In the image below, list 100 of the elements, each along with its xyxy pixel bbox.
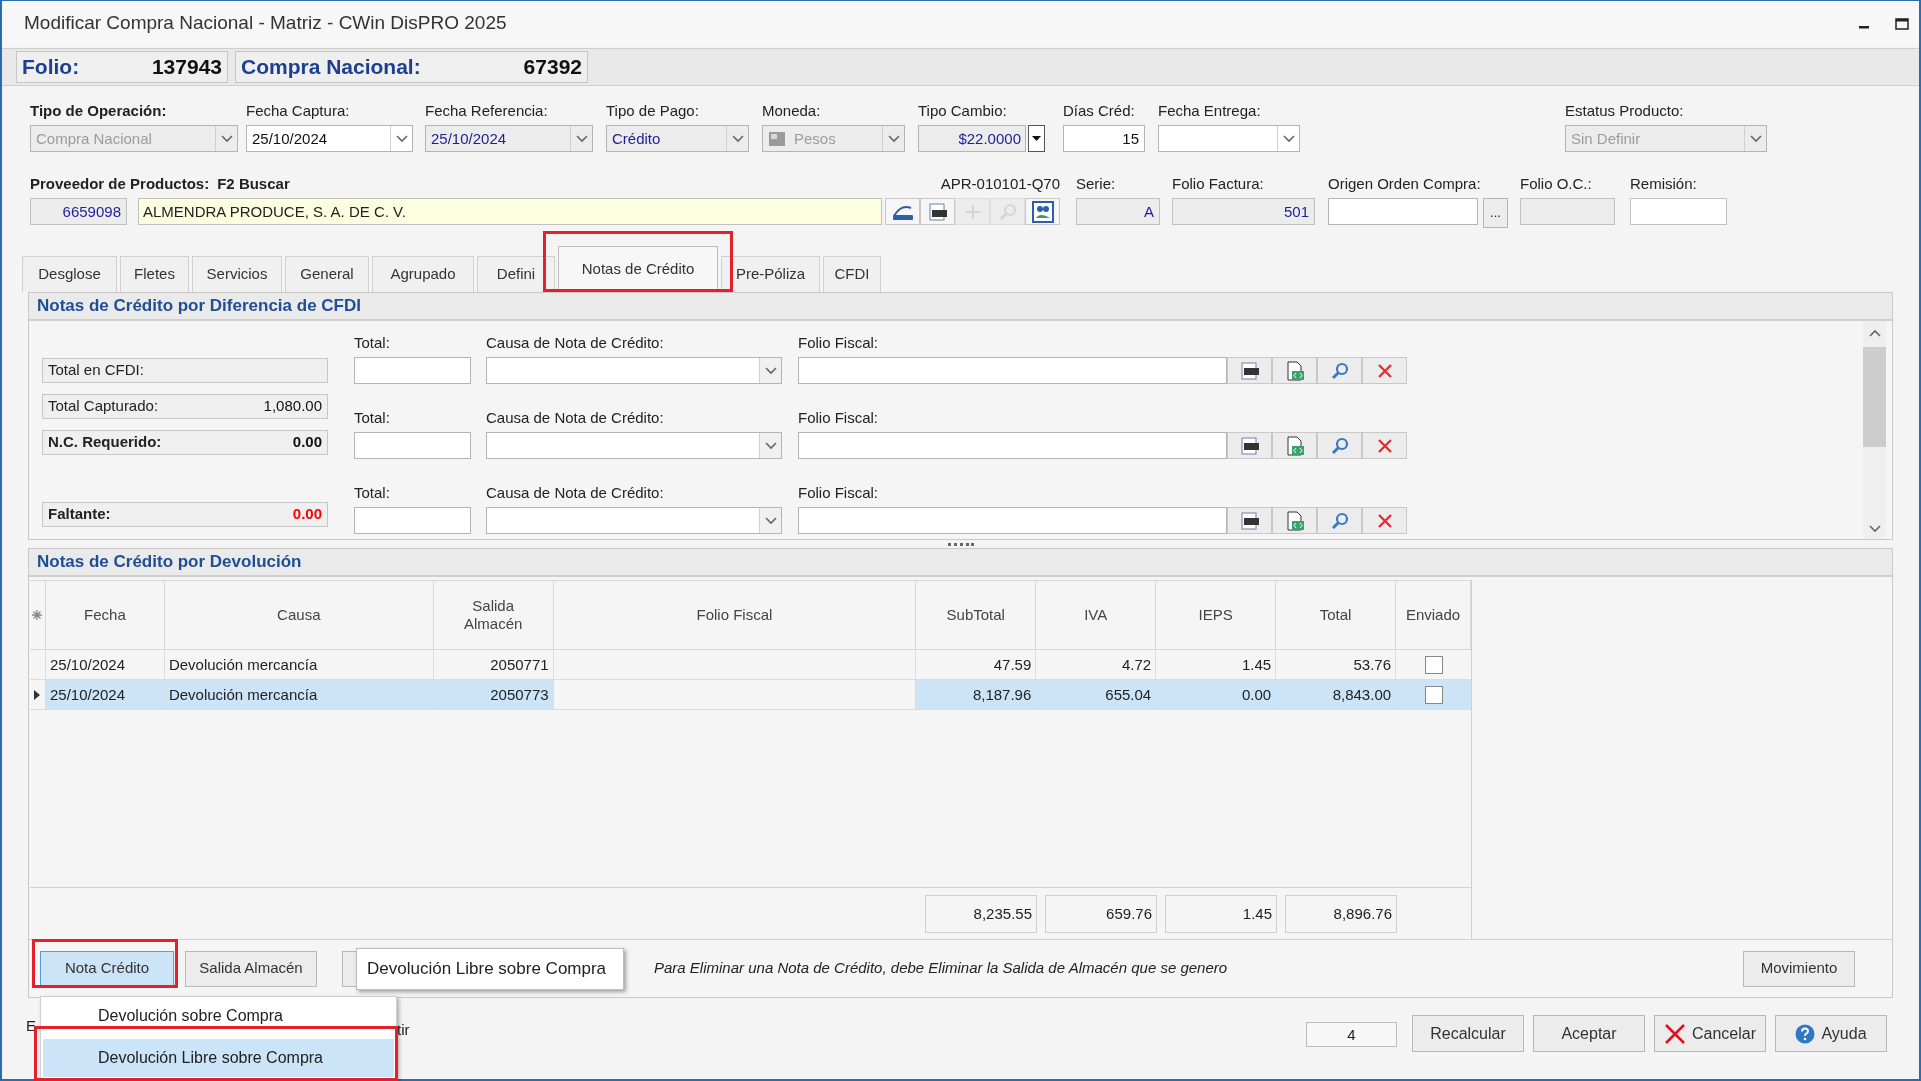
chevron-up-icon[interactable] <box>1868 329 1881 337</box>
shortcut-hint: F2 Buscar <box>217 175 290 193</box>
delete-button[interactable] <box>1362 357 1407 384</box>
grip-icon[interactable] <box>947 542 974 546</box>
input-field[interactable] <box>354 357 471 384</box>
search-button[interactable] <box>1317 357 1362 384</box>
chevron-down-icon <box>1282 134 1295 143</box>
input-field[interactable] <box>798 507 1227 534</box>
input-field[interactable]: 501 <box>1172 198 1315 225</box>
document-icon <box>927 201 948 222</box>
header-value: 67392 <box>523 54 582 81</box>
tab[interactable]: Desglose <box>22 256 117 292</box>
column-header[interactable]: Fecha <box>46 581 165 649</box>
search-button[interactable] <box>1317 507 1362 534</box>
document-icon <box>1239 511 1260 530</box>
readout-label: Total en CFDI: <box>48 360 144 381</box>
supplier-name-field[interactable]: ALMENDRA PRODUCE, S. A. DE C. V. <box>138 198 882 225</box>
dialog-button[interactable]: Aceptar <box>1533 1015 1645 1052</box>
tab[interactable]: Pre-Póliza <box>721 256 820 292</box>
dropdown-field[interactable]: Crédito <box>606 125 749 152</box>
column-header[interactable]: IVA <box>1036 581 1157 649</box>
menu-item[interactable]: Devolución sobre Compra <box>43 1001 394 1031</box>
input-field[interactable]: A <box>1076 198 1160 225</box>
table-row[interactable]: 25/10/2024 Devolución mercancía 2050771 47.59 4.72 1.45 53.76 <box>30 650 1471 680</box>
checkbox[interactable] <box>1424 685 1443 704</box>
input-field[interactable] <box>798 357 1227 384</box>
input-field[interactable] <box>1520 198 1615 225</box>
field-label: Causa de Nota de Crédito: <box>486 334 665 352</box>
field-label: Total: <box>354 334 391 352</box>
tab[interactable]: Defini <box>477 256 555 292</box>
input-field[interactable] <box>798 432 1227 459</box>
input-field[interactable] <box>354 507 471 534</box>
table-cell: 47.59 <box>916 650 1037 679</box>
menu-item[interactable]: Devolución Libre sobre Compra <box>43 1039 394 1077</box>
scrollbar[interactable] <box>1863 321 1886 539</box>
dropdown-field[interactable] <box>486 432 782 459</box>
dialog-button[interactable]: Cancelar <box>1654 1015 1766 1052</box>
xml-button[interactable] <box>1227 432 1272 459</box>
dropdown-field[interactable] <box>486 507 782 534</box>
dropdown-field[interactable] <box>486 357 782 384</box>
column-header[interactable]: IEPS <box>1156 581 1277 649</box>
input-field[interactable] <box>354 432 471 459</box>
toolbar-button[interactable] <box>342 950 356 987</box>
toolbar-button[interactable]: Nota Crédito <box>40 950 174 987</box>
close-icon <box>1664 1022 1686 1045</box>
column-header[interactable]: Total <box>1276 581 1396 649</box>
tooltip: Devolución Libre sobre Compra <box>356 947 624 990</box>
exchange-rate-field[interactable]: $22.0000 <box>918 125 1026 152</box>
dropdown-field[interactable]: 25/10/2024 <box>246 125 413 152</box>
table-cell: 8,843.00 <box>1276 680 1397 709</box>
row-pointer-icon <box>34 689 41 700</box>
supplier-code-field[interactable]: 6659098 <box>30 198 127 225</box>
caret-icon <box>1032 135 1041 142</box>
tab[interactable]: Fletes <box>120 256 189 292</box>
table-cell: 2050773 <box>433 680 554 709</box>
dropdown-field[interactable] <box>1158 125 1300 152</box>
readout-value: 1,080.00 <box>263 396 322 417</box>
tool-button[interactable] <box>920 198 955 225</box>
chevron-down-icon <box>731 134 744 143</box>
column-header[interactable]: Folio Fiscal <box>553 581 917 649</box>
maximize-icon[interactable] <box>1895 17 1909 30</box>
dropdown-button[interactable] <box>1028 125 1045 152</box>
tool-button[interactable] <box>885 198 920 225</box>
delete-button[interactable] <box>1362 507 1407 534</box>
tab[interactable]: CFDI <box>823 256 881 292</box>
chevron-down-icon[interactable] <box>1868 525 1881 533</box>
table-cell: 4.72 <box>1036 650 1157 679</box>
search-icon <box>1329 435 1350 456</box>
dropdown-field[interactable]: 25/10/2024 <box>425 125 593 152</box>
chevron-down-icon <box>395 134 408 143</box>
dialog-button[interactable]: Recalcular <box>1412 1015 1524 1052</box>
browse-button[interactable]: ... <box>1483 198 1508 228</box>
tool-button[interactable] <box>1025 198 1060 225</box>
tab[interactable]: General <box>285 256 369 292</box>
readout-label: Total Capturado: <box>48 396 159 417</box>
field-label: Causa de Nota de Crédito: <box>486 409 665 427</box>
tab[interactable]: Servicios <box>192 256 282 292</box>
xml-button[interactable] <box>1227 357 1272 384</box>
checkbox[interactable] <box>1424 655 1443 674</box>
table-row[interactable]: 25/10/2024 Devolución mercancía 2050773 8,187.96 655.04 0.00 8,843.00 <box>30 680 1471 710</box>
close-icon <box>1376 512 1393 529</box>
column-header[interactable]: SubTotal <box>916 581 1037 649</box>
field-label: Tipo de Pago: <box>606 102 700 120</box>
input-field[interactable] <box>1328 198 1478 225</box>
search-button[interactable] <box>1317 432 1362 459</box>
input-field[interactable] <box>1630 198 1727 225</box>
delete-button[interactable] <box>1362 432 1407 459</box>
input-field[interactable]: 15 <box>1063 125 1145 152</box>
xml-button[interactable] <box>1227 507 1272 534</box>
tab[interactable]: Notas de Crédito <box>558 246 718 292</box>
toolbar-button[interactable]: Salida Almacén <box>185 950 317 987</box>
chevron-down-icon <box>764 366 777 375</box>
column-header[interactable]: Causa <box>164 581 434 649</box>
chevron-down-icon <box>1749 134 1762 143</box>
movement-button[interactable]: Movimiento <box>1743 950 1855 987</box>
dialog-button[interactable]: Ayuda <box>1775 1015 1887 1052</box>
field-label: Tipo de Operación: <box>30 102 168 120</box>
column-header[interactable]: Enviado <box>1396 581 1471 649</box>
tab[interactable]: Agrupado <box>372 256 474 292</box>
column-header[interactable]: Salida Almacén <box>433 581 554 649</box>
